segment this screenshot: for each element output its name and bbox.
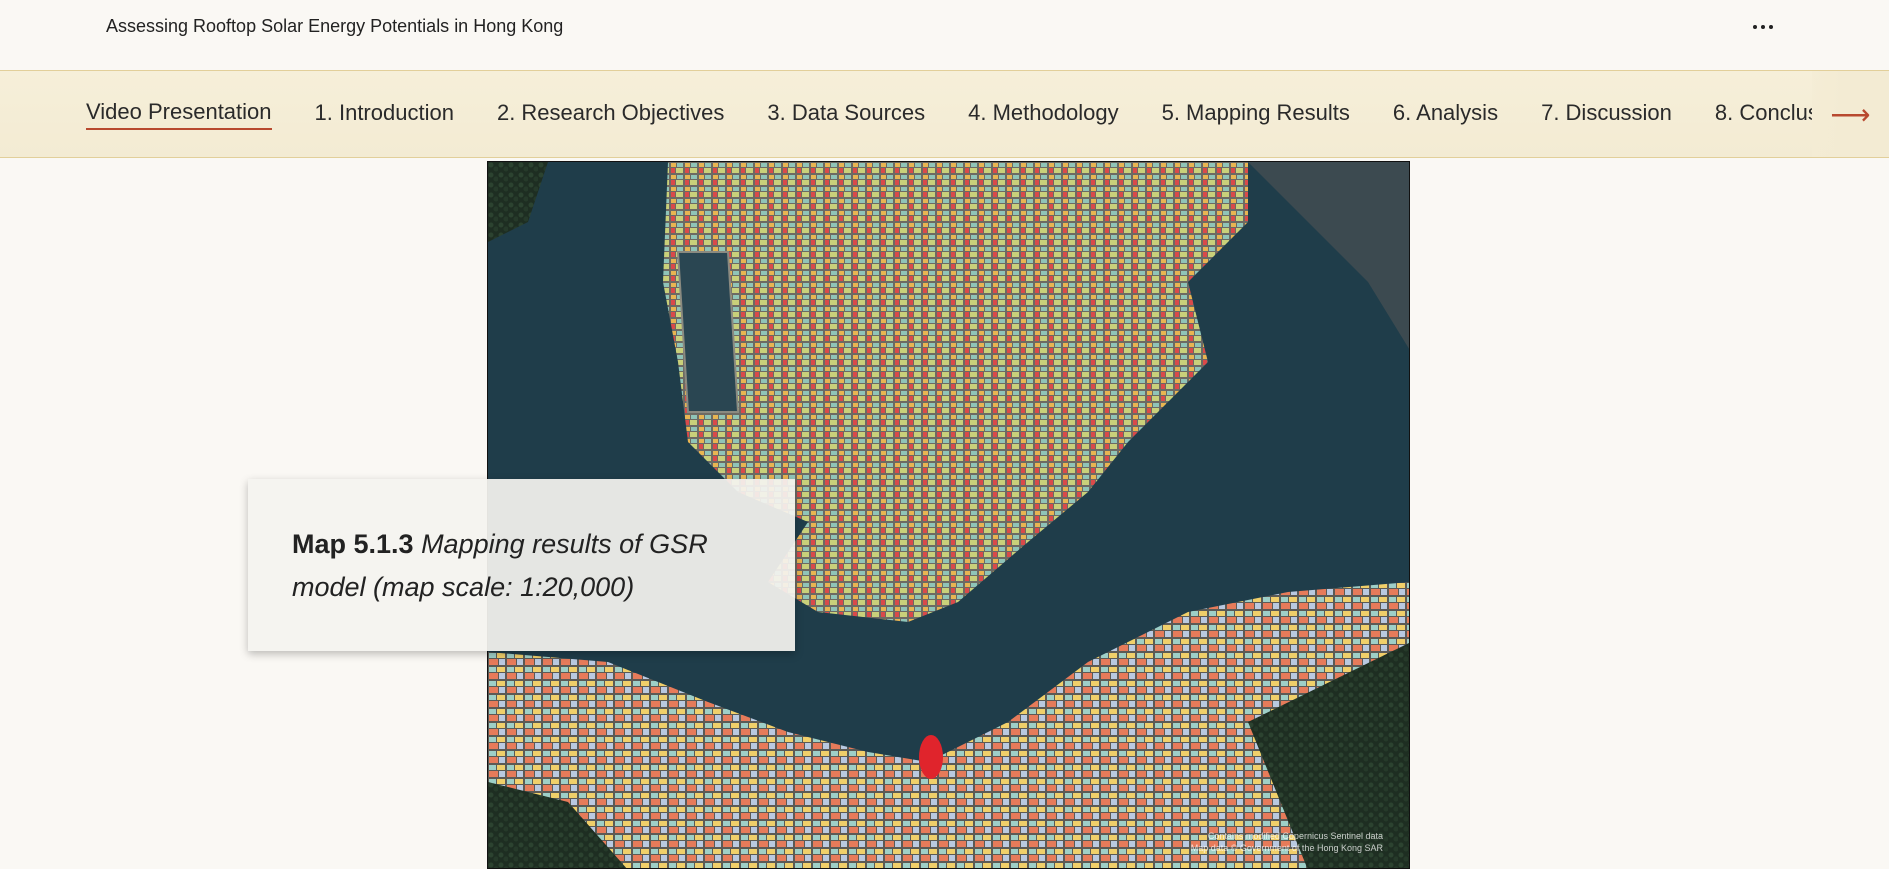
- typhoon-shelter: [676, 251, 740, 413]
- nav-item-methodology[interactable]: 4. Methodology: [968, 100, 1118, 129]
- nav-item-analysis[interactable]: 6. Analysis: [1393, 100, 1498, 129]
- map-caption-label: Map 5.1.3: [292, 529, 422, 559]
- nav-item-research-objectives[interactable]: 2. Research Objectives: [497, 100, 724, 129]
- nav-item-data-sources[interactable]: 3. Data Sources: [767, 100, 925, 129]
- nav-next-arrow-icon[interactable]: ⟶: [1812, 71, 1889, 157]
- more-dots-icon: [1753, 25, 1757, 29]
- nav-item-mapping-results[interactable]: 5. Mapping Results: [1162, 100, 1350, 129]
- nav-item-discussion[interactable]: 7. Discussion: [1541, 100, 1672, 129]
- attribution-line-1: Contains modified Copernicus Sentinel da…: [1207, 831, 1383, 841]
- nav-item-conclusion[interactable]: 8. Conclusion: [1715, 100, 1812, 129]
- attribution-line-2: Map data © Government of the Hong Kong S…: [1190, 843, 1383, 853]
- map-caption-card: Map 5.1.3 Mapping results of GSR model (…: [248, 479, 795, 651]
- top-bar: Assessing Rooftop Solar Energy Potential…: [0, 0, 1889, 70]
- map-attribution: Contains modified Copernicus Sentinel da…: [1191, 830, 1383, 854]
- nav-item-video-presentation[interactable]: Video Presentation: [86, 99, 272, 130]
- more-options-button[interactable]: [1748, 12, 1778, 42]
- more-dots-icon-2: [1761, 25, 1765, 29]
- nav-item-introduction[interactable]: 1. Introduction: [315, 100, 454, 129]
- section-nav-list: Video Presentation 1. Introduction 2. Re…: [86, 71, 1812, 157]
- site-title[interactable]: Assessing Rooftop Solar Energy Potential…: [106, 16, 563, 37]
- section-nav: Video Presentation 1. Introduction 2. Re…: [0, 70, 1889, 158]
- solar-hotspot: [919, 735, 943, 779]
- more-dots-icon-3: [1769, 25, 1773, 29]
